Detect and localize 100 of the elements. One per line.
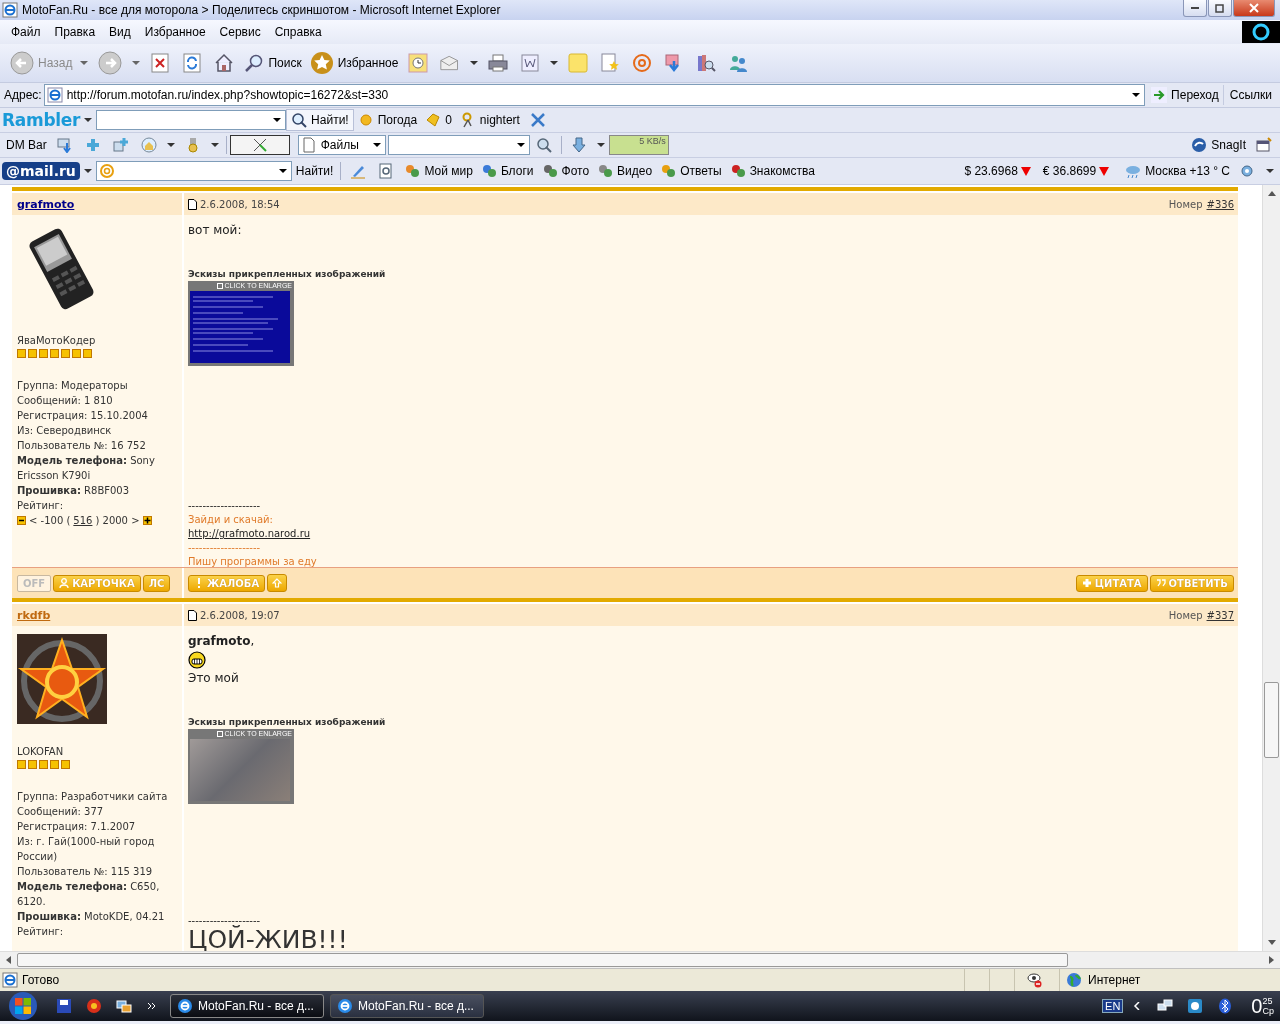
capture-window-icon[interactable] (1256, 137, 1272, 153)
caret-icon[interactable] (210, 143, 219, 147)
menu-item[interactable]: Правка (47, 25, 103, 39)
tray-app-icon[interactable] (1187, 998, 1204, 1014)
caret-icon[interactable] (84, 118, 93, 122)
books-icon[interactable] (696, 53, 717, 73)
caret-icon[interactable] (83, 169, 92, 173)
files-dropdown[interactable]: Файлы (297, 135, 386, 155)
search-field[interactable] (96, 110, 287, 130)
minus-button[interactable] (17, 516, 26, 525)
caret-icon[interactable] (1132, 93, 1141, 97)
caret-icon[interactable] (550, 61, 559, 65)
close-button[interactable] (1233, 0, 1275, 17)
cursor-target-field[interactable] (229, 135, 290, 155)
taskbar-button[interactable]: MotoFan.Ru - все д... (170, 994, 324, 1018)
caret-icon[interactable] (516, 143, 525, 147)
scrollbar-thumb[interactable] (17, 953, 1068, 967)
network-tray-icon[interactable] (1157, 998, 1174, 1014)
currency-rate[interactable]: € 36.8699 (1042, 164, 1097, 178)
refresh-icon[interactable] (182, 53, 203, 73)
menu-item[interactable]: Файл (4, 25, 48, 39)
scroll-right-arrow[interactable] (1269, 956, 1274, 964)
favorites-button[interactable]: Избранное (305, 49, 403, 77)
mail-ru-link[interactable]: Фото (537, 161, 594, 181)
currency-rate[interactable]: $ 23.6968 (964, 164, 1018, 178)
post-date: 2.6.2008, 19:07 (200, 609, 280, 621)
scroll-left-arrow[interactable] (6, 956, 11, 964)
pen-icon[interactable] (350, 163, 367, 179)
scrollbar-thumb[interactable] (1264, 682, 1279, 758)
chevron-icon[interactable] (148, 1002, 156, 1010)
scroll-up-button[interactable] (267, 574, 288, 592)
caret-icon[interactable] (372, 143, 381, 147)
at-sign-icon[interactable] (632, 53, 653, 73)
download-arrow-icon[interactable] (570, 137, 587, 153)
post-number-link[interactable]: #337 (1206, 609, 1234, 621)
messages-button[interactable]: 0 (421, 110, 456, 130)
caret-icon[interactable] (166, 143, 175, 147)
plus-button[interactable] (142, 516, 152, 525)
snagit-button[interactable]: SnagIt (1187, 135, 1250, 155)
links-button[interactable]: Ссылки (1225, 86, 1276, 104)
forward-icon[interactable] (98, 51, 123, 75)
people-icon[interactable] (728, 53, 749, 73)
post-date: 2.6.2008, 18:54 (200, 198, 280, 210)
settings-icon[interactable] (1240, 163, 1256, 179)
language-indicator[interactable]: EN (1102, 999, 1124, 1013)
start-button[interactable] (8, 991, 38, 1021)
find-button[interactable]: Найти! (291, 162, 338, 180)
go-button[interactable]: Переход (1147, 85, 1224, 105)
menu-item[interactable]: Сервис (212, 25, 268, 39)
download-manager-icon[interactable] (56, 137, 73, 153)
mail-ru-link[interactable]: Видео (593, 161, 657, 181)
rating-value-link[interactable]: 516 (73, 513, 93, 528)
mail-ru-link[interactable]: Знакомства (725, 161, 819, 181)
author-link[interactable]: grafmoto (17, 197, 75, 211)
scroll-up-arrow[interactable] (1267, 191, 1276, 196)
weather-button[interactable]: Москва +13 ° C (1121, 161, 1234, 181)
caret-icon[interactable] (470, 61, 479, 65)
printer-icon[interactable] (488, 53, 509, 73)
menu-item[interactable]: Справка (267, 25, 329, 39)
caret-icon[interactable] (273, 118, 282, 122)
maximize-button[interactable] (1208, 0, 1232, 17)
chevron-left-icon[interactable] (1133, 1002, 1142, 1010)
address-field[interactable]: http://forum.motofan.ru/index.php?showtopic=16272&st=330 (43, 84, 1146, 106)
stop-icon[interactable] (150, 53, 171, 73)
speed-meter: 5 KB/s (608, 135, 669, 155)
signature-divider: -------------------- (188, 500, 261, 511)
search-field[interactable] (95, 161, 292, 181)
mention-text: grafmoto, (188, 634, 255, 648)
caret-icon[interactable] (1266, 169, 1274, 173)
signature-link[interactable]: http://grafmoto.narod.ru (188, 528, 311, 539)
caret-icon[interactable] (596, 143, 605, 147)
menu-item[interactable]: Избранное (137, 25, 213, 39)
user-button[interactable]: nightert (455, 110, 524, 130)
post-number-link[interactable]: #336 (1206, 198, 1234, 210)
find-button[interactable]: Найти! (286, 109, 354, 131)
bluetooth-icon[interactable] (1217, 998, 1234, 1014)
scroll-down-arrow[interactable] (1267, 940, 1276, 945)
word-document-icon[interactable] (520, 53, 541, 73)
history-icon[interactable] (408, 53, 429, 73)
network-icon[interactable] (116, 998, 132, 1014)
caret-icon[interactable] (278, 169, 287, 173)
page-star-icon[interactable] (600, 53, 621, 73)
mail-ru-logo[interactable]: @mail.ru (2, 162, 80, 180)
rating-range-text: ) 2000 > (94, 514, 141, 528)
service-icon (597, 163, 614, 179)
mail-ru-link[interactable]: Ответы (656, 161, 726, 181)
post-number-label: Номер (1168, 609, 1203, 621)
menu-item[interactable]: Вид (102, 25, 138, 39)
mail-ru-link[interactable]: Мой мир (400, 161, 477, 181)
search-button[interactable]: Поиск (240, 51, 306, 75)
weather-button[interactable]: Погода (353, 110, 422, 130)
taskbar-button[interactable]: MotoFan.Ru - все д... (330, 994, 484, 1018)
magnifier-page-icon[interactable] (378, 163, 395, 179)
home-icon[interactable] (214, 53, 235, 73)
signature-divider: -------------------- (188, 915, 261, 926)
search-icon[interactable] (535, 137, 552, 153)
mail-ru-link[interactable]: Блоги (476, 161, 538, 181)
url-field[interactable] (387, 135, 530, 155)
minimize-button[interactable] (1183, 0, 1207, 17)
browser-ball-icon[interactable] (86, 998, 102, 1014)
